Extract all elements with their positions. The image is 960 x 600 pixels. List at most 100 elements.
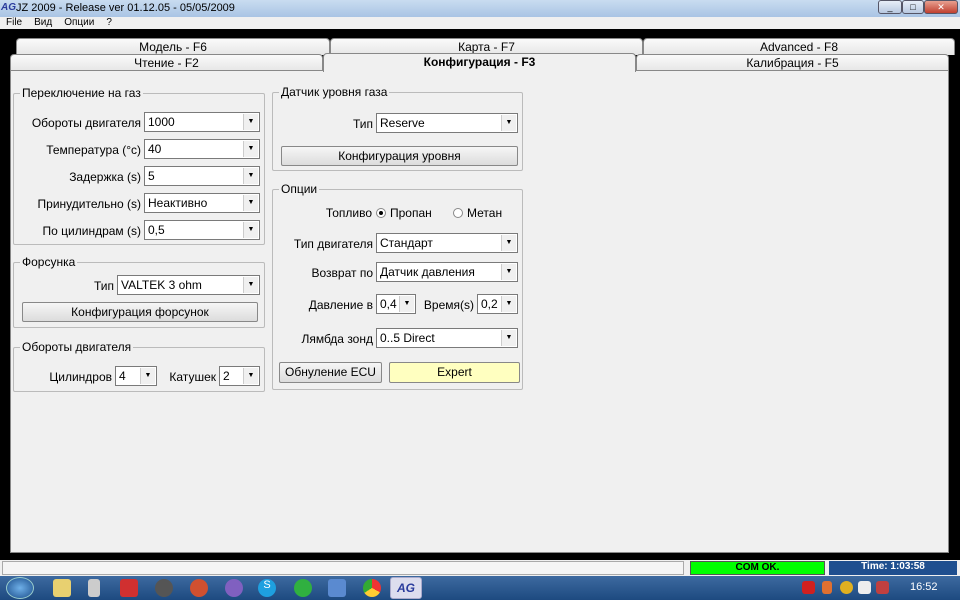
chevron-down-icon[interactable]: ▼	[399, 296, 414, 312]
antivirus-icon[interactable]	[802, 581, 815, 594]
forced-label: Принудительно (s)	[37, 197, 141, 211]
chevron-down-icon[interactable]: ▼	[501, 264, 516, 280]
group-title: Форсунка	[20, 255, 78, 269]
combo-value: 2	[223, 369, 230, 383]
tab-read[interactable]: Чтение - F2	[10, 54, 323, 71]
explorer-icon[interactable]	[53, 579, 71, 597]
reset-ecu-button[interactable]: Обнуление ECU	[279, 362, 382, 383]
taskbar-app-ag[interactable]: AG	[390, 577, 422, 599]
chevron-down-icon[interactable]: ▼	[501, 296, 516, 312]
chevron-down-icon[interactable]: ▼	[243, 368, 258, 384]
return-label: Возврат по	[311, 266, 373, 280]
combo-value: 1000	[148, 115, 175, 129]
menu-bar: File Вид Опции?	[0, 17, 960, 29]
temperature-combo[interactable]: 40 ▼	[144, 139, 260, 159]
time-status: Time: 1:03:58	[829, 561, 957, 575]
chevron-down-icon[interactable]: ▼	[501, 235, 516, 251]
network-icon[interactable]	[876, 581, 889, 594]
level-type-label: Тип	[352, 117, 373, 131]
injector-type-combo[interactable]: VALTEK 3 ohm ▼	[117, 275, 260, 295]
app-red-icon[interactable]	[120, 579, 138, 597]
speaker-icon[interactable]	[822, 581, 832, 594]
app-logo: AG	[1, 2, 16, 13]
chevron-down-icon[interactable]: ▼	[243, 114, 258, 130]
chrome-icon[interactable]	[363, 579, 381, 597]
rpm-combo[interactable]: 1000 ▼	[144, 112, 260, 132]
fuel-propane-label[interactable]: Пропан	[390, 206, 432, 220]
group-title: Датчик уровня газа	[279, 85, 390, 99]
menu-view[interactable]: Вид	[34, 17, 52, 28]
start-button[interactable]	[6, 577, 34, 599]
close-button[interactable]: ✕	[924, 0, 958, 14]
combo-value: 0,2	[481, 297, 498, 311]
chevron-down-icon[interactable]: ▼	[140, 368, 155, 384]
maximize-button[interactable]: □	[902, 0, 924, 14]
group-title: Опции	[279, 182, 320, 196]
level-type-combo[interactable]: Reserve ▼	[376, 113, 518, 133]
level-config-button[interactable]: Конфигурация уровня	[281, 146, 518, 166]
tab-model[interactable]: Модель - F6	[16, 38, 330, 55]
menu-file[interactable]: File	[6, 17, 22, 28]
skype-icon[interactable]: S	[258, 579, 276, 597]
per-cylinder-combo[interactable]: 0,5 ▼	[144, 220, 260, 240]
menu-help[interactable]: ?	[106, 17, 112, 28]
combo-value: Стандарт	[380, 236, 433, 250]
combo-value: Reserve	[380, 116, 425, 130]
mail-agent-icon[interactable]	[840, 581, 853, 594]
group-title: Переключение на газ	[20, 86, 143, 100]
bird-icon[interactable]	[328, 579, 346, 597]
chevron-down-icon[interactable]: ▼	[243, 222, 258, 238]
minimize-button[interactable]: _	[878, 0, 902, 14]
chevron-down-icon[interactable]: ▼	[243, 141, 258, 157]
coils-combo[interactable]: 2 ▼	[219, 366, 260, 386]
fuel-methane-label[interactable]: Метан	[467, 206, 502, 220]
pressure-combo[interactable]: 0,4 ▼	[376, 294, 416, 314]
delay-label: Задержка (s)	[69, 170, 141, 184]
tab-advanced[interactable]: Advanced - F8	[643, 38, 955, 55]
cylinders-label: Цилиндров	[49, 370, 112, 384]
injector-config-button[interactable]: Конфигурация форсунок	[22, 302, 258, 322]
volume-icon[interactable]	[858, 581, 871, 594]
title-bar: AG JZ 2009 - Release ver 01.12.05 - 05/0…	[0, 0, 960, 17]
messenger-icon[interactable]	[294, 579, 312, 597]
clock[interactable]: 16:52	[910, 581, 938, 593]
chevron-down-icon[interactable]: ▼	[243, 195, 258, 211]
forced-combo[interactable]: Неактивно ▼	[144, 193, 260, 213]
pressure-label: Давление в	[308, 298, 373, 312]
combo-value: 0,4	[380, 297, 397, 311]
engine-type-combo[interactable]: Стандарт ▼	[376, 233, 518, 253]
ccleaner-icon[interactable]	[190, 579, 208, 597]
time-label: Время(s)	[423, 298, 474, 312]
group-title: Обороты двигателя	[20, 340, 134, 354]
combo-value: 40	[148, 142, 162, 156]
status-field	[2, 561, 684, 575]
combo-value: 0..5 Direct	[380, 331, 435, 345]
chevron-down-icon[interactable]: ▼	[501, 115, 516, 131]
rpm-label: Обороты двигателя	[31, 116, 141, 130]
car-icon[interactable]	[155, 579, 173, 597]
fuel-methane-radio[interactable]	[453, 208, 463, 218]
lambda-label: Лямбда зонд	[301, 332, 373, 346]
viber-icon[interactable]	[225, 579, 243, 597]
combo-value: 0,5	[148, 223, 165, 237]
time-combo[interactable]: 0,2 ▼	[477, 294, 518, 314]
fuel-label: Топливо	[325, 206, 372, 220]
tab-calibration[interactable]: Калибрация - F5	[636, 54, 949, 71]
chevron-down-icon[interactable]: ▼	[243, 168, 258, 184]
cylinders-combo[interactable]: 4 ▼	[115, 366, 157, 386]
combo-value: Датчик давления	[380, 265, 475, 279]
return-combo[interactable]: Датчик давления ▼	[376, 262, 518, 282]
delay-combo[interactable]: 5 ▼	[144, 166, 260, 186]
menu-options[interactable]: Опции	[64, 17, 94, 28]
chevron-down-icon[interactable]: ▼	[501, 330, 516, 346]
expert-button[interactable]: Expert	[389, 362, 520, 383]
chevron-down-icon[interactable]: ▼	[243, 277, 258, 293]
coils-label: Катушек	[169, 370, 216, 384]
fuel-propane-radio[interactable]	[376, 208, 386, 218]
tab-configuration[interactable]: Конфигурация - F3	[323, 53, 636, 72]
temperature-label: Температура (°c)	[46, 143, 141, 157]
lambda-combo[interactable]: 0..5 Direct ▼	[376, 328, 518, 348]
document-icon[interactable]	[88, 579, 100, 597]
engine-type-label: Тип двигателя	[293, 237, 373, 251]
combo-value: 4	[119, 369, 126, 383]
